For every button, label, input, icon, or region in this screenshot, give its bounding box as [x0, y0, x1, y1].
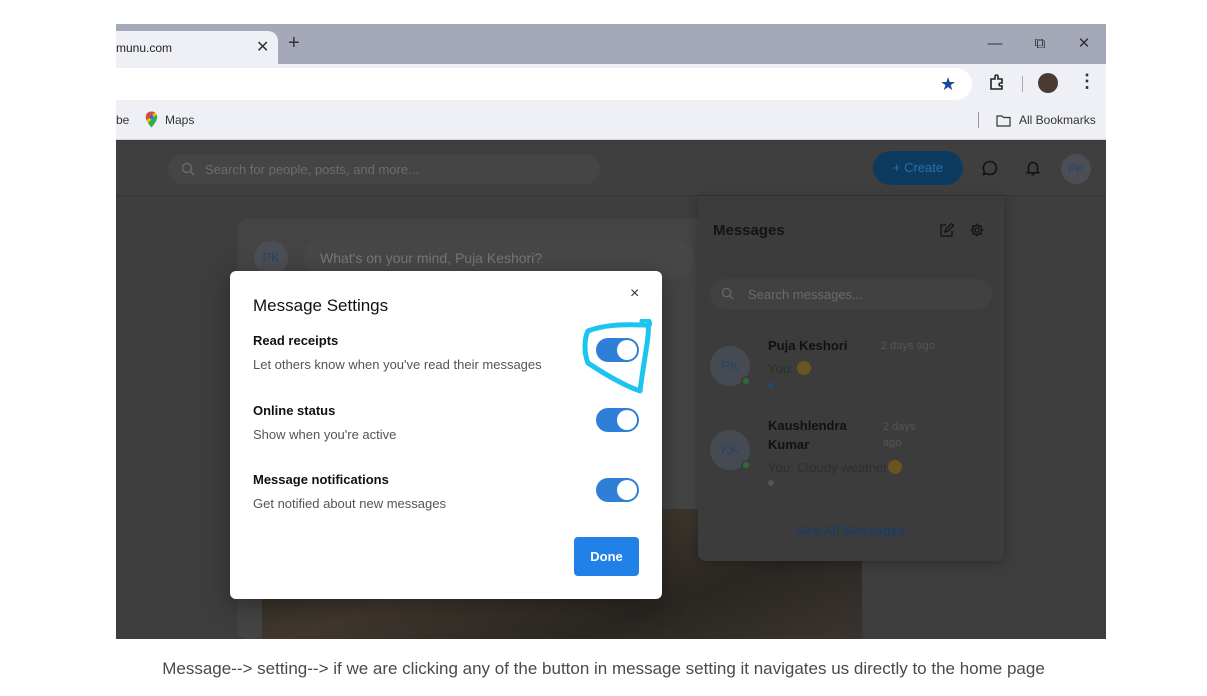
extensions-icon[interactable] [988, 74, 1006, 90]
setting-label: Read receipts [253, 333, 339, 348]
conversation-preview: You: [768, 361, 812, 376]
conversation-time: 2 days ago [883, 421, 916, 449]
bell-icon[interactable] [1024, 159, 1042, 177]
bookmarks-bar: be Maps All Bookmarks [116, 102, 1106, 140]
search-icon [181, 162, 195, 176]
preview-text: You: Cloudy weather [768, 460, 888, 475]
preview-text: You: [768, 361, 798, 376]
url-field[interactable]: ★ [116, 68, 972, 100]
app-top-nav: Search for people, posts, and more... + … [116, 141, 1106, 196]
setting-description: Show when you're active [253, 427, 397, 442]
conversation-item[interactable]: PK Puja Keshori 2 days ago You: [698, 336, 1004, 406]
window-close-button[interactable]: ✕ [1073, 33, 1095, 55]
online-status-toggle[interactable] [596, 408, 639, 432]
tab-close-icon[interactable]: ✕ [256, 37, 269, 57]
bookmark-maps[interactable]: Maps [165, 113, 194, 127]
address-bar: ★ ⋮ [116, 64, 1106, 102]
message-notifications-toggle[interactable] [596, 478, 639, 502]
setting-label: Message notifications [253, 472, 389, 487]
bookmark-star-icon[interactable]: ★ [940, 74, 956, 95]
unread-dot [768, 382, 774, 388]
composer-placeholder: What's on your mind, Puja Keshori? [320, 250, 543, 266]
screenshot: munu.com ✕ + — ⧉ ✕ ★ ⋮ be Maps All Bookm… [116, 24, 1106, 639]
user-avatar[interactable]: PK [1061, 154, 1091, 184]
bookmark-item[interactable]: be [116, 113, 129, 127]
smiley-emoji-icon [797, 361, 812, 375]
conversation-name: Kaushlendra Kumar [768, 418, 847, 452]
online-indicator [741, 460, 751, 470]
highlight-scribble [582, 319, 653, 394]
messages-panel: Messages Search messages... PK Puja Kesh… [698, 196, 1004, 561]
close-icon[interactable]: × [630, 285, 639, 303]
conversation-name: Puja Keshori [768, 338, 848, 353]
online-indicator [741, 376, 751, 386]
setting-label: Online status [253, 403, 336, 418]
settings-gear-icon[interactable] [969, 222, 985, 238]
minimize-button[interactable]: — [984, 33, 1006, 55]
setting-description: Get notified about new messages [253, 496, 446, 511]
setting-description: Let others know when you've read their m… [253, 357, 542, 372]
bookmarks-divider [978, 112, 979, 128]
modal-title: Message Settings [253, 296, 389, 315]
conversation-item[interactable]: KK Kaushlendra Kumar 2 days ago You: Clo… [698, 416, 1004, 496]
browser-menu-icon[interactable]: ⋮ [1078, 71, 1096, 92]
compose-icon[interactable] [939, 222, 955, 238]
caption: Message--> setting--> if we are clicking… [162, 659, 1045, 678]
maps-pin-icon [145, 111, 158, 128]
smiley-emoji-icon [887, 460, 902, 474]
toggle-knob [617, 480, 637, 500]
profile-avatar[interactable] [1038, 73, 1058, 93]
folder-icon [996, 115, 1011, 127]
toolbar-divider [1022, 76, 1023, 92]
search-placeholder: Search for people, posts, and more... [205, 162, 419, 177]
tab-title: munu.com [116, 41, 173, 55]
conversation-preview: You: Cloudy weather [768, 460, 902, 475]
restore-button[interactable]: ⧉ [1029, 33, 1051, 55]
see-all-messages-link[interactable]: See All Messages [698, 523, 1004, 538]
message-settings-modal: Message Settings × Read receipts Let oth… [230, 271, 662, 599]
messages-title: Messages [713, 222, 785, 239]
chat-icon[interactable] [981, 159, 999, 177]
create-button[interactable]: + Create [873, 151, 963, 185]
browser-tab[interactable]: munu.com ✕ [116, 31, 278, 64]
conversation-time: 2 days ago [881, 340, 935, 352]
messages-search-input[interactable]: Search messages... [710, 279, 992, 309]
global-search-input[interactable]: Search for people, posts, and more... [168, 154, 600, 184]
toggle-knob [617, 410, 637, 430]
all-bookmarks-button[interactable]: All Bookmarks [1019, 113, 1096, 127]
search-icon [721, 287, 734, 300]
done-button[interactable]: Done [574, 537, 639, 576]
unread-dot [768, 480, 774, 486]
messages-search-placeholder: Search messages... [748, 287, 863, 302]
composer-avatar: PK [254, 241, 288, 275]
new-tab-button[interactable]: + [288, 32, 300, 54]
browser-tabstrip: munu.com ✕ + — ⧉ ✕ [116, 24, 1106, 64]
